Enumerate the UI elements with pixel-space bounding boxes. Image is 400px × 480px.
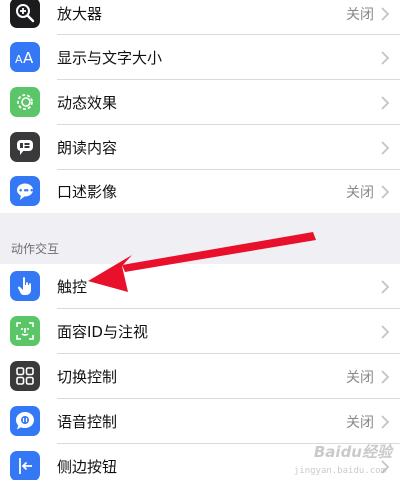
svg-text:A: A [15, 53, 23, 66]
row-motion[interactable]: 动态效果 [0, 80, 400, 125]
row-label: 面容ID与注视 [57, 323, 148, 341]
row-touch[interactable]: 触控 [0, 264, 400, 309]
row-label: 口述影像 [57, 183, 118, 201]
row-label: 切换控制 [57, 368, 118, 386]
row-label: 触控 [57, 278, 88, 296]
row-label: 侧边按钮 [57, 458, 118, 476]
chevron-right-icon [381, 370, 390, 384]
row-spoken-content[interactable]: 朗读内容 [0, 125, 400, 170]
switch-control-icon [10, 361, 40, 391]
speech-icon [10, 132, 40, 162]
chevron-right-icon [381, 51, 390, 65]
face-id-icon [10, 316, 40, 346]
audio-description-icon: •• •• [10, 176, 40, 206]
chevron-right-icon [381, 7, 390, 21]
row-magnifier[interactable]: 放大器 关闭 [0, 0, 400, 35]
hand-touch-icon [10, 271, 40, 301]
motion-icon [10, 87, 40, 117]
chevron-right-icon [381, 96, 390, 110]
settings-group-vision: 放大器 关闭 AA 显示与文字大小 动态效果 朗读内容 •• •• 口述影像 关… [0, 0, 400, 213]
magnifier-icon [10, 0, 40, 28]
chevron-right-icon [381, 280, 390, 294]
row-value: 关闭 [346, 7, 374, 23]
row-audio-descriptions[interactable]: •• •• 口述影像 关闭 [0, 170, 400, 215]
row-label: 放大器 [57, 5, 103, 23]
row-label: 显示与文字大小 [57, 49, 163, 67]
text-size-icon: AA [10, 42, 40, 72]
row-display-text-size[interactable]: AA 显示与文字大小 [0, 35, 400, 80]
row-value: 关闭 [346, 185, 374, 201]
svg-text:A: A [23, 49, 34, 67]
row-value: 关闭 [346, 415, 374, 431]
side-button-icon [10, 451, 40, 480]
voice-control-icon [10, 406, 40, 436]
chevron-right-icon [381, 141, 390, 155]
section-header: 动作交互 [11, 242, 60, 256]
row-switch-control[interactable]: 切换控制 关闭 [0, 354, 400, 399]
row-label: 语音控制 [57, 413, 118, 431]
watermark-url: jingyan.baidu.com [293, 466, 386, 476]
chevron-right-icon [381, 415, 390, 429]
chevron-right-icon [381, 185, 390, 199]
row-value: 关闭 [346, 370, 374, 386]
row-voice-control[interactable]: 语音控制 关闭 [0, 399, 400, 444]
row-face-id-attention[interactable]: 面容ID与注视 [0, 309, 400, 354]
row-label: 朗读内容 [57, 139, 118, 157]
chevron-right-icon [381, 325, 390, 339]
row-label: 动态效果 [57, 94, 118, 112]
svg-text:••: •• [25, 187, 34, 195]
watermark-logo: Baidu经验 [313, 443, 392, 461]
